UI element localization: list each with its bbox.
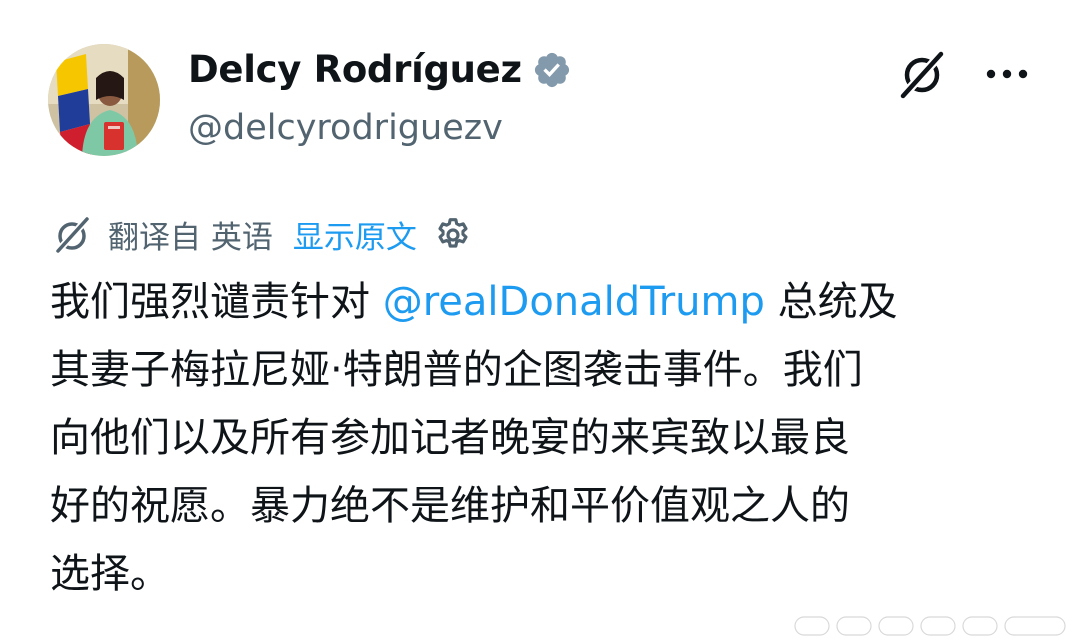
avatar[interactable] — [48, 44, 160, 156]
avatar-image — [48, 44, 160, 156]
tweet-line-5: 选择。 — [50, 551, 170, 597]
grok-slash-icon[interactable] — [893, 44, 953, 104]
tweet-text-segment: 总统及 — [764, 279, 898, 325]
author-name-row: Delcy Rodríguez — [188, 48, 572, 91]
translate-icon — [52, 215, 92, 255]
more-horizontal-icon[interactable] — [983, 44, 1031, 104]
tweet-text-segment: 我们强烈谴责针对 — [50, 279, 383, 325]
translated-from-label: 翻译自 英语 — [108, 220, 273, 256]
tweet-text: 我们强烈谴责针对 @realDonaldTrump 总统及 其妻子梅拉尼娅·特朗… — [50, 268, 1035, 608]
mention-link[interactable]: @realDonaldTrump — [383, 279, 765, 325]
tweet-line-4: 好的祝愿。暴力绝不是维护和平价值观之人的 — [50, 483, 850, 529]
tweet-line-2: 其妻子梅拉尼娅·特朗普的企图袭击事件。我们 — [50, 347, 863, 393]
author-handle[interactable]: @delcyrodriguezv — [188, 108, 503, 148]
show-original-link[interactable]: 显示原文 — [293, 212, 417, 257]
author-display-name[interactable]: Delcy Rodríguez — [188, 48, 522, 91]
tweet-line-3: 向他们以及所有参加记者晚宴的来宾致以最良 — [50, 415, 850, 461]
watermark-image — [793, 614, 1071, 638]
tweet-line-1: 我们强烈谴责针对 @realDonaldTrump 总统及 — [50, 268, 1035, 336]
translation-bar: 翻译自 英语 显示原文 — [52, 212, 473, 257]
header-actions — [893, 44, 1031, 104]
gear-icon[interactable] — [433, 215, 473, 255]
verified-badge-icon — [532, 50, 572, 90]
